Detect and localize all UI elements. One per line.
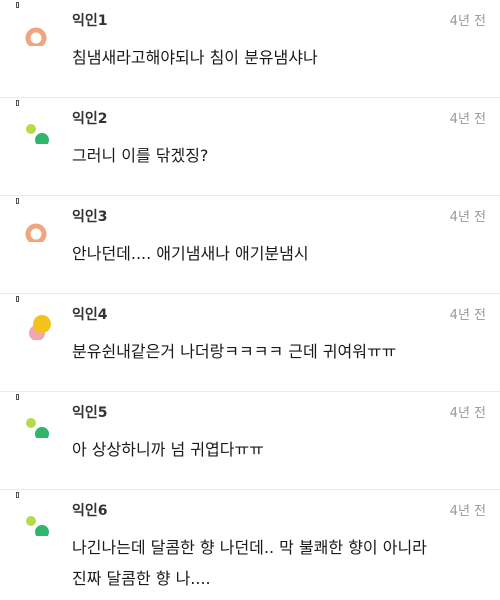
comment-item: 익인1 4년 전 침냄새라고해야되나 침이 분유냄샤나 xyxy=(0,0,500,98)
avatar[interactable] xyxy=(16,394,60,441)
comment-item: 익인5 4년 전 아 상상하니까 넘 귀엽다ㅠㅠ xyxy=(0,392,500,490)
comment-time: 4년 전 xyxy=(449,112,486,127)
avatar[interactable] xyxy=(16,492,60,539)
comment-line: 나긴나는데 달콤한 향 나던데.. 막 불쾌한 향이 아니라 xyxy=(72,538,427,557)
comment-time: 4년 전 xyxy=(449,406,486,421)
comment-author[interactable]: 익인1 xyxy=(72,10,108,30)
comment-item: 익인6 4년 전 나긴나는데 달콤한 향 나던데.. 막 불쾌한 향이 아니라 … xyxy=(0,490,500,600)
marker-icon xyxy=(16,394,19,400)
comment-line: 아 상상하니까 넘 귀엽다ㅠㅠ xyxy=(72,440,264,459)
comment-item: 익인4 4년 전 분유쉰내같은거 나더랑ㅋㅋㅋㅋ 근데 귀여워ㅠㅠ xyxy=(0,294,500,392)
comment-list: 익인1 4년 전 침냄새라고해야되나 침이 분유냄샤나 익인2 4년 전 그러니… xyxy=(0,0,500,600)
marker-icon xyxy=(16,492,19,498)
comment-line: 그러니 이를 닦겠징? xyxy=(72,146,209,165)
orange-ring-avatar-icon xyxy=(25,27,47,49)
comment-author[interactable]: 익인4 xyxy=(72,304,108,324)
comment-time: 4년 전 xyxy=(449,308,486,323)
orange-ring-avatar-icon xyxy=(25,223,47,245)
marker-icon xyxy=(16,198,19,204)
comment-body: 나긴나는데 달콤한 향 나던데.. 막 불쾌한 향이 아니라 진짜 달콤한 향 … xyxy=(72,532,492,594)
comment-time: 4년 전 xyxy=(449,14,486,29)
marker-icon xyxy=(16,100,19,106)
green-dots-avatar-icon xyxy=(26,418,49,441)
avatar[interactable] xyxy=(16,198,60,245)
comment-body: 그러니 이를 닦겠징? xyxy=(72,140,492,171)
comment-body: 분유쉰내같은거 나더랑ㅋㅋㅋㅋ 근데 귀여워ㅠㅠ xyxy=(72,336,492,367)
comment-body: 침냄새라고해야되나 침이 분유냄샤나 xyxy=(72,42,492,73)
comment-body: 아 상상하니까 넘 귀엽다ㅠㅠ xyxy=(72,434,492,465)
comment-time: 4년 전 xyxy=(449,504,486,519)
comment-line: 진짜 달콤한 향 나.... xyxy=(72,569,211,588)
comment-item: 익인2 4년 전 그러니 이를 닦겠징? xyxy=(0,98,500,196)
comment-body: 안나던데.... 애기냄새나 애기분냄시 xyxy=(72,238,492,269)
marker-icon xyxy=(16,2,19,8)
green-dots-avatar-icon xyxy=(26,124,49,147)
comment-time: 4년 전 xyxy=(449,210,486,225)
comment-author[interactable]: 익인5 xyxy=(72,402,108,422)
marker-icon xyxy=(16,296,19,302)
comment-line: 안나던데.... 애기냄새나 애기분냄시 xyxy=(72,244,309,263)
comment-author[interactable]: 익인2 xyxy=(72,108,108,128)
avatar[interactable] xyxy=(16,100,60,147)
comment-author[interactable]: 익인3 xyxy=(72,206,108,226)
green-dots-avatar-icon xyxy=(26,516,49,539)
comment-line: 분유쉰내같은거 나더랑ㅋㅋㅋㅋ 근데 귀여워ㅠㅠ xyxy=(72,342,397,361)
comment-author[interactable]: 익인6 xyxy=(72,500,108,520)
yellow-pink-avatar-icon xyxy=(29,315,51,341)
comment-line: 침냄새라고해야되나 침이 분유냄샤나 xyxy=(72,48,318,67)
avatar[interactable] xyxy=(16,2,60,49)
comment-item: 익인3 4년 전 안나던데.... 애기냄새나 애기분냄시 xyxy=(0,196,500,294)
avatar[interactable] xyxy=(16,296,60,341)
